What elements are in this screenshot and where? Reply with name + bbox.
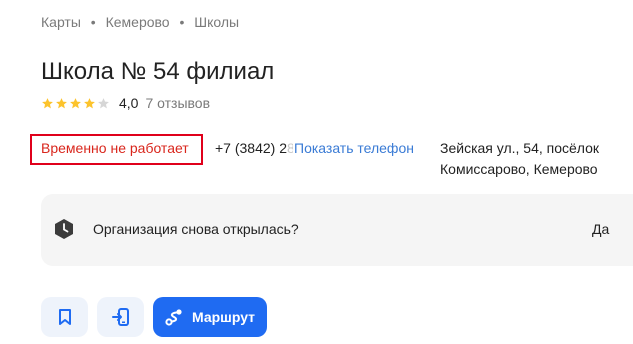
reopen-yes-button[interactable]: Да xyxy=(592,221,609,237)
page-title: Школа № 54 филиал xyxy=(41,58,275,85)
route-button[interactable]: Маршрут xyxy=(153,297,267,337)
address-line: Зейская ул., 54, посёлок xyxy=(440,140,600,156)
status-badge: Временно не работает xyxy=(41,140,189,156)
route-button-label: Маршрут xyxy=(191,309,256,325)
breadcrumb-category[interactable]: Школы xyxy=(194,14,239,30)
address: Зейская ул., 54, посёлок Комиссарово, Ке… xyxy=(440,138,630,180)
clock-icon xyxy=(55,219,73,239)
address-line: Комиссарово, Кемерово xyxy=(440,161,598,177)
star-icon xyxy=(70,97,81,108)
send-to-phone-icon xyxy=(111,308,129,326)
star-icon xyxy=(98,97,109,108)
rating-stars xyxy=(41,97,111,110)
star-icon xyxy=(42,97,53,108)
breadcrumb: Карты • Кемерово • Школы xyxy=(41,14,239,30)
phone-visible: +7 (3842) 2 xyxy=(215,140,287,156)
phone-number: +7 (3842) 28 xyxy=(215,140,293,156)
rating-value: 4,0 xyxy=(119,95,139,111)
breadcrumb-city[interactable]: Кемерово xyxy=(106,14,170,30)
breadcrumb-maps[interactable]: Карты xyxy=(41,14,81,30)
bookmark-button[interactable] xyxy=(41,297,88,337)
send-to-phone-button[interactable] xyxy=(97,297,144,337)
show-phone-button[interactable]: Показать телефон xyxy=(294,140,414,156)
route-icon xyxy=(165,309,182,326)
star-icon xyxy=(56,97,67,108)
breadcrumb-separator: • xyxy=(90,14,96,30)
rating-row[interactable]: 4,0 7 отзывов xyxy=(41,95,210,111)
phone-faded: 8 xyxy=(287,140,293,156)
star-icon xyxy=(84,97,95,108)
bookmark-icon xyxy=(58,309,71,325)
reviews-link[interactable]: 7 отзывов xyxy=(145,95,210,111)
breadcrumb-separator: • xyxy=(179,14,185,30)
reopen-question: Организация снова открылась? xyxy=(93,221,299,237)
